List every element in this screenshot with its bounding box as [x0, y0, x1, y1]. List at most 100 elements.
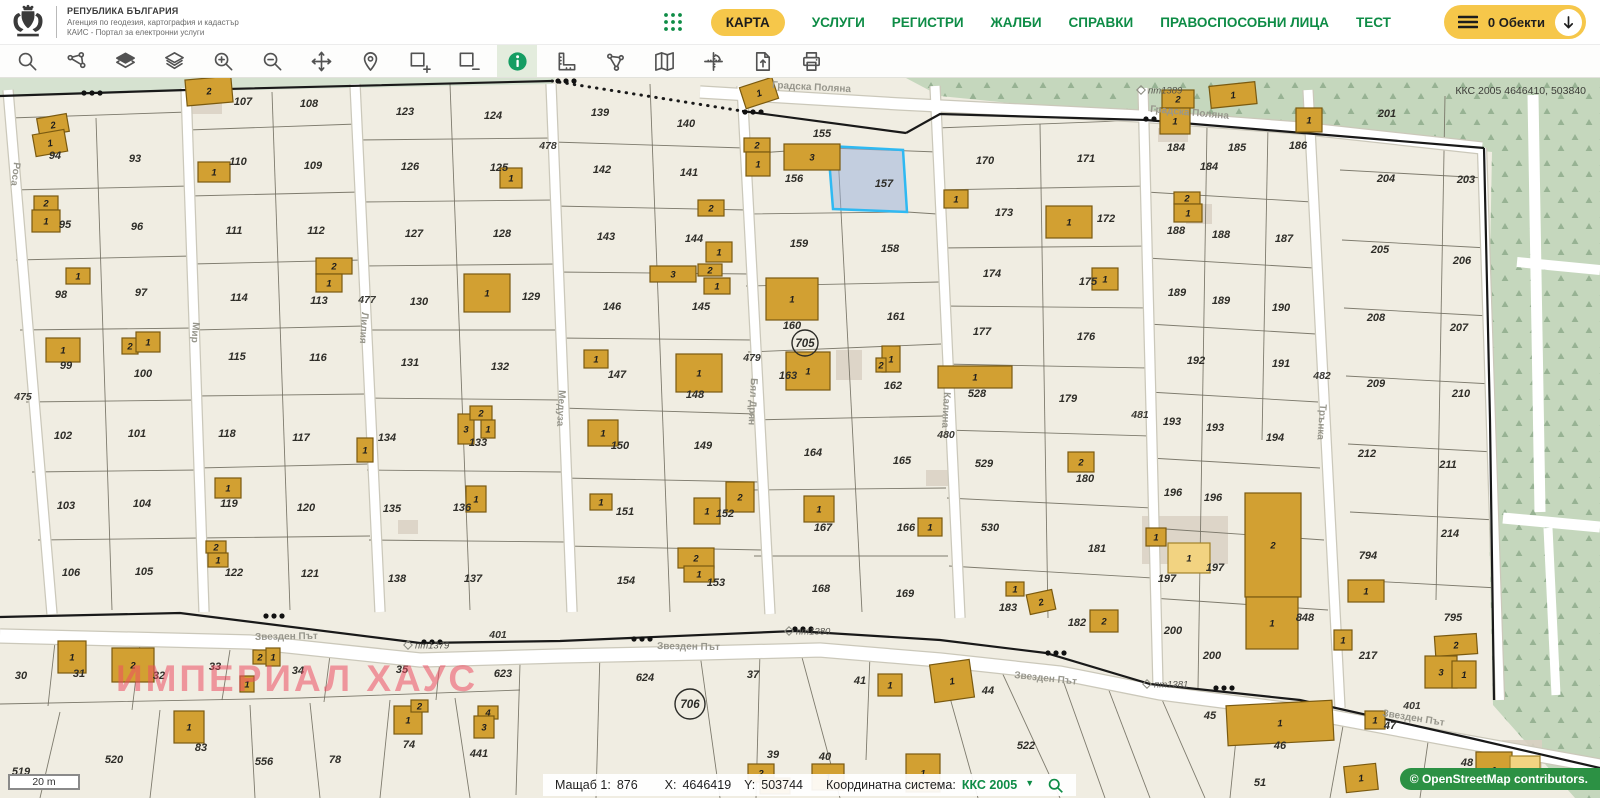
tool-search-icon[interactable]: [7, 45, 47, 77]
building[interactable]: 1: [32, 210, 60, 232]
tool-layers-dark-icon[interactable]: [105, 45, 145, 77]
tool-map-sheets-icon[interactable]: [644, 45, 684, 77]
building[interactable]: 1: [464, 274, 510, 312]
parcel-label-203[interactable]: 203: [1456, 174, 1475, 186]
parcel-label-207[interactable]: 207: [1449, 322, 1469, 334]
tool-zoom-in-icon[interactable]: [203, 45, 243, 77]
parcel-label-794[interactable]: 794: [1359, 550, 1377, 562]
building[interactable]: 1: [918, 518, 942, 536]
parcel-label-171[interactable]: 171: [1077, 153, 1095, 165]
building[interactable]: 2: [206, 541, 226, 553]
parcel-label-130[interactable]: 130: [410, 296, 429, 308]
nav-item-услуги[interactable]: УСЛУГИ: [812, 15, 865, 30]
parcel-label-173[interactable]: 173: [995, 207, 1013, 219]
objects-expand-button[interactable]: [1555, 9, 1582, 36]
building[interactable]: 1: [208, 553, 228, 567]
tool-print-icon[interactable]: [791, 45, 831, 77]
parcel-label-131[interactable]: 131: [401, 357, 419, 369]
parcel-label-624[interactable]: 624: [636, 672, 654, 684]
parcel-label-528[interactable]: 528: [968, 388, 987, 400]
parcel-label-623[interactable]: 623: [494, 668, 512, 680]
parcel-label-95[interactable]: 95: [59, 219, 72, 231]
parcel-label-126[interactable]: 126: [401, 161, 420, 173]
parcel-label-31[interactable]: 31: [73, 668, 85, 680]
parcel-label-210[interactable]: 210: [1451, 388, 1471, 400]
building[interactable]: 2: [1090, 610, 1118, 632]
apps-grid-icon[interactable]: [662, 11, 684, 33]
building[interactable]: 1: [1246, 597, 1298, 649]
building[interactable]: 1: [1006, 582, 1024, 596]
parcel-label-187[interactable]: 187: [1275, 233, 1294, 245]
parcel-label-44[interactable]: 44: [981, 685, 994, 697]
parcel-label-189[interactable]: 189: [1168, 287, 1187, 299]
parcel-label-105[interactable]: 105: [135, 566, 154, 578]
parcel-label-212[interactable]: 212: [1357, 448, 1376, 460]
parcel-label-94[interactable]: 94: [49, 150, 61, 162]
parcel-label-37[interactable]: 37: [747, 669, 760, 681]
parcel-label-194[interactable]: 194: [1266, 432, 1284, 444]
nav-item-правоспособни-лица[interactable]: ПРАВОСПОСОБНИ ЛИЦА: [1160, 15, 1329, 30]
building[interactable]: 1: [198, 162, 230, 182]
building[interactable]: 1: [1348, 580, 1384, 602]
building[interactable]: 1: [1452, 661, 1476, 688]
parcel-label-217[interactable]: 217: [1358, 650, 1378, 662]
parcel-label-140[interactable]: 140: [677, 118, 696, 130]
parcel-label-848[interactable]: 848: [1296, 612, 1315, 624]
nav-item-тест[interactable]: ТЕСТ: [1356, 15, 1391, 30]
nav-item-регистри[interactable]: РЕГИСТРИ: [892, 15, 964, 30]
parcel-label-161[interactable]: 161: [887, 311, 905, 323]
parcel-label-530[interactable]: 530: [981, 522, 1000, 534]
tool-locate-icon[interactable]: [350, 45, 390, 77]
parcel-label-214[interactable]: 214: [1440, 528, 1459, 540]
parcel-label-529[interactable]: 529: [975, 458, 994, 470]
building[interactable]: 1: [215, 478, 241, 498]
building[interactable]: 1: [706, 242, 732, 262]
tool-zoom-rect-out-icon[interactable]: [448, 45, 488, 77]
parcel-label-175[interactable]: 175: [1079, 276, 1098, 288]
parcel-label-147[interactable]: 147: [608, 369, 627, 381]
building[interactable]: 1: [1146, 528, 1166, 546]
parcel-label-127[interactable]: 127: [405, 228, 424, 240]
parcel-label-166[interactable]: 166: [897, 522, 916, 534]
parcel-label-193[interactable]: 193: [1206, 422, 1224, 434]
building[interactable]: 2: [1068, 452, 1094, 472]
parcel-label-46[interactable]: 46: [1273, 740, 1287, 752]
parcel-label-117[interactable]: 117: [292, 432, 310, 444]
parcel-label-118[interactable]: 118: [218, 428, 236, 440]
parcel-label-106[interactable]: 106: [62, 567, 81, 579]
parcel-label-138[interactable]: 138: [388, 573, 407, 585]
parcel-label-204[interactable]: 204: [1376, 173, 1395, 185]
nav-item-справки[interactable]: СПРАВКИ: [1069, 15, 1134, 30]
building[interactable]: 2: [744, 138, 770, 152]
building[interactable]: 2: [678, 548, 714, 568]
parcel-label-129[interactable]: 129: [522, 291, 541, 303]
building[interactable]: 1: [1296, 108, 1322, 132]
building[interactable]: 1: [1334, 630, 1352, 650]
building[interactable]: 1: [804, 496, 834, 522]
parcel-label-196[interactable]: 196: [1204, 492, 1223, 504]
parcel-label-134[interactable]: 134: [378, 432, 396, 444]
building[interactable]: 2: [1174, 192, 1200, 204]
parcel-label-182[interactable]: 182: [1068, 617, 1086, 629]
parcel-label-169[interactable]: 169: [896, 588, 915, 600]
parcel-label-188[interactable]: 188: [1167, 225, 1186, 237]
parcel-label-102[interactable]: 102: [54, 430, 72, 442]
building[interactable]: 1: [590, 494, 612, 510]
parcel-label-208[interactable]: 208: [1366, 312, 1386, 324]
parcel-label-96[interactable]: 96: [131, 221, 144, 233]
building[interactable]: 2: [876, 358, 886, 372]
parcel-label-148[interactable]: 148: [686, 389, 705, 401]
building[interactable]: 1: [1046, 206, 1092, 238]
building[interactable]: 2: [1245, 493, 1301, 597]
building[interactable]: 1: [316, 274, 342, 292]
status-search-icon[interactable]: [1047, 777, 1064, 794]
building[interactable]: 1: [1168, 543, 1210, 573]
parcel-label-160[interactable]: 160: [783, 320, 802, 332]
parcel-label-144[interactable]: 144: [685, 233, 703, 245]
building[interactable]: 2: [1434, 634, 1477, 657]
parcel-label-78[interactable]: 78: [329, 754, 342, 766]
osm-attribution[interactable]: © OpenStreetMap contributors.: [1400, 768, 1600, 790]
building[interactable]: 1: [584, 350, 608, 368]
parcel-label-137[interactable]: 137: [464, 573, 483, 585]
parcel-label-795[interactable]: 795: [1444, 612, 1463, 624]
